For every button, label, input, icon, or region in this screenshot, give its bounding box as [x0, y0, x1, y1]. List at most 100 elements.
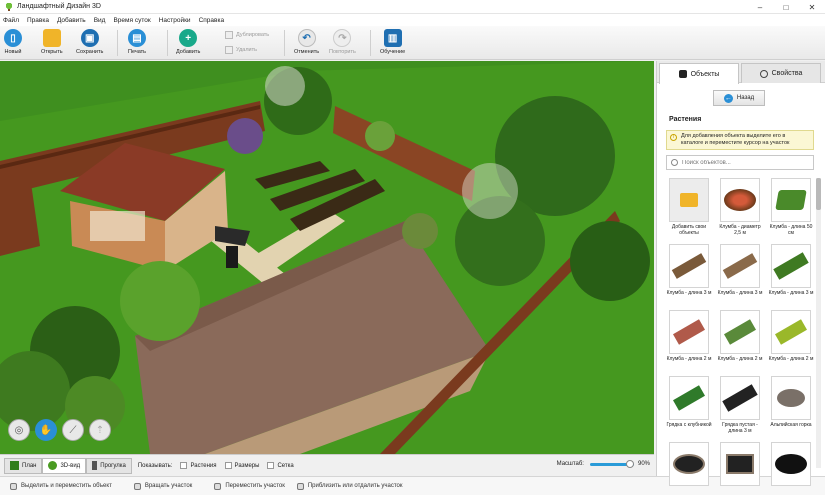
printer-icon: ▤ [128, 29, 147, 47]
catalog-item[interactable]: Клумба - длина 3 м [666, 244, 712, 296]
ruler-icon[interactable]: ⟋ [62, 419, 84, 441]
delete-label: Удалить [236, 47, 257, 53]
catalog-item[interactable]: Грядка пустая - длина 3 м [717, 376, 763, 434]
zoom-control: Масштаб: 90% [557, 459, 650, 468]
3d-view-button[interactable]: 3D-вид [42, 457, 87, 474]
open-label: Открыть [41, 49, 63, 55]
minimize-button[interactable]: – [747, 0, 773, 14]
3d-view-icon [48, 461, 58, 470]
catalog-panel: Объекты Свойства ← Назад Растения i Для … [656, 61, 825, 486]
book-icon: ▥ [383, 29, 402, 47]
catalog-item[interactable]: Клумба - длина 2 м [768, 310, 814, 362]
grid-checkbox-label: Сетка [277, 462, 294, 469]
menu-edit[interactable]: Правка [27, 17, 49, 24]
plants-checkbox-label: Растения [190, 462, 217, 469]
tab-properties[interactable]: Свойства [741, 63, 821, 83]
tutorial-button[interactable]: ▥ Обучение [380, 29, 405, 55]
square-bed-icon [720, 442, 760, 486]
flowerbed-small-icon [771, 178, 811, 222]
catalog-item[interactable]: Грядка с клубникой [666, 376, 712, 428]
new-button[interactable]: ▯ Новый [4, 29, 22, 55]
zoom-value: 90% [637, 461, 650, 467]
panel-tabs: Объекты Свойства [657, 61, 825, 84]
zoom-slider-handle[interactable] [625, 459, 634, 468]
catalog-item-label: Грядка пустая - длина 3 м [722, 422, 758, 434]
sizes-checkbox[interactable]: Размеры [224, 462, 260, 469]
save-button[interactable]: ▣ Сохранить [76, 29, 103, 55]
catalog-item[interactable]: Клумба - длина 3 м [717, 244, 763, 296]
catalog-item-label: Клумба - длина 3 м [717, 290, 763, 296]
scrollbar-thumb[interactable] [816, 178, 821, 210]
redo-label: Повторить [329, 49, 356, 55]
sizes-checkbox-label: Размеры [234, 462, 260, 469]
grid-checkbox[interactable]: Сетка [267, 462, 294, 469]
catalog-scrollbar[interactable] [816, 178, 821, 468]
flowerbed-long-icon [669, 244, 709, 288]
folder-icon [42, 29, 61, 47]
menu-view[interactable]: Вид [94, 17, 106, 24]
view-options-bar: План 3D-вид Прогулка Показывать: Растени… [0, 454, 654, 476]
duplicate-button[interactable]: Дублировать [225, 31, 269, 39]
add-button[interactable]: + Добавить [176, 29, 200, 55]
zoom-slider[interactable] [589, 459, 634, 468]
maximize-button[interactable]: □ [773, 0, 799, 14]
strawberry-bed-icon [669, 376, 709, 420]
hint-rotate: Вращать участок [133, 482, 192, 490]
catalog-item[interactable]: Добавить свои объекты [666, 178, 712, 236]
plan-label: План [22, 462, 37, 469]
catalog-item[interactable]: Клумба - длина 2 м [666, 310, 712, 362]
hint-select-move: Выделить и переместить объект [10, 482, 112, 490]
catalog-item[interactable]: Клумба - длина 50 см [768, 178, 814, 236]
add-label: Добавить [176, 49, 201, 55]
catalog-item[interactable]: Клумба - длина 2 м [717, 310, 763, 362]
menu-file[interactable]: Файл [3, 17, 19, 24]
plants-checkbox[interactable]: Растения [180, 462, 217, 469]
catalog-item[interactable]: Альпийская горка [768, 376, 814, 428]
catalog-item-label: Грядка с клубникой [666, 422, 712, 428]
plan-view-button[interactable]: План [4, 457, 43, 474]
catalog-item[interactable]: Клумба - длина 3 м [768, 244, 814, 296]
plan-icon [10, 461, 19, 470]
menu-settings[interactable]: Настройки [159, 17, 191, 24]
new-file-icon: ▯ [4, 29, 22, 47]
menu-add[interactable]: Добавить [57, 17, 86, 24]
mouse-icon [133, 482, 141, 490]
catalog-item[interactable] [666, 442, 712, 486]
rotate-mode-icon[interactable]: ◎ [8, 419, 30, 441]
menu-help[interactable]: Справка [199, 17, 225, 24]
round-bed-icon [669, 442, 709, 486]
catalog-item[interactable]: Клумба - диаметр 2,5 м [717, 178, 763, 236]
delete-button[interactable]: Удалить [225, 46, 257, 54]
toolbar-separator [117, 30, 118, 56]
app-logo-icon [5, 2, 13, 11]
save-label: Сохранить [76, 49, 104, 55]
redo-button[interactable]: ↷ Повторить [329, 29, 356, 55]
open-button[interactable]: Открыть [41, 29, 63, 55]
flowerbed-long-icon [720, 244, 760, 288]
tutorial-label: Обучение [380, 49, 406, 55]
print-button[interactable]: ▤ Печать [128, 29, 146, 55]
menu-time-of-day[interactable]: Время суток [113, 17, 150, 24]
catalog-item[interactable] [768, 442, 814, 486]
catalog-item[interactable] [717, 442, 763, 486]
search-input[interactable] [682, 159, 802, 166]
catalog-item-label: Клумба - длина 2 м [768, 356, 814, 362]
plus-icon: + [179, 29, 198, 47]
sizes-checkbox-box[interactable] [224, 462, 232, 469]
hand-pan-icon[interactable]: ✋ [35, 419, 57, 441]
close-button[interactable]: ✕ [799, 0, 825, 14]
tab-objects[interactable]: Объекты [659, 63, 739, 84]
tab-objects-label: Объекты [690, 70, 720, 78]
search-box[interactable] [666, 155, 814, 170]
back-button[interactable]: ← Назад [713, 90, 765, 106]
walk-person-icon[interactable]: ⇡ [89, 419, 111, 441]
3d-viewport[interactable]: ◎ ✋ ⟋ ⇡ [0, 61, 654, 454]
catalog-item-label: Клумба - длина 2 м [666, 356, 712, 362]
plants-checkbox-box[interactable] [180, 462, 188, 469]
3d-view-label: 3D-вид [60, 462, 81, 469]
walk-view-button[interactable]: Прогулка [86, 457, 132, 474]
catalog-item-label: Альпийская горка [770, 422, 812, 428]
grid-checkbox-box[interactable] [267, 462, 275, 469]
print-label: Печать [128, 49, 147, 55]
undo-button[interactable]: ↶ Отменить [294, 29, 319, 55]
